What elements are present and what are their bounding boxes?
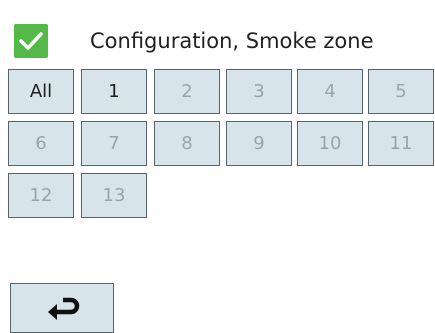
- return-arrow-icon: [48, 297, 80, 320]
- zone-button-7[interactable]: 7: [81, 121, 147, 166]
- zone-button-9[interactable]: 9: [226, 121, 292, 166]
- page-title: Configuration, Smoke zone: [90, 29, 374, 53]
- zone-button-2[interactable]: 2: [154, 69, 220, 114]
- zone-button-10[interactable]: 10: [297, 121, 363, 166]
- checkmark-icon[interactable]: [14, 24, 48, 58]
- zone-button-5[interactable]: 5: [368, 69, 434, 114]
- zone-button-8[interactable]: 8: [154, 121, 220, 166]
- zone-button-13[interactable]: 13: [81, 173, 147, 218]
- zone-button-4[interactable]: 4: [297, 69, 363, 114]
- zone-button-all[interactable]: All: [8, 69, 74, 114]
- zone-button-12[interactable]: 12: [8, 173, 74, 218]
- zone-button-6[interactable]: 6: [8, 121, 74, 166]
- zone-button-11[interactable]: 11: [368, 121, 434, 166]
- back-button[interactable]: [10, 283, 114, 333]
- zone-button-3[interactable]: 3: [226, 69, 292, 114]
- header: Configuration, Smoke zone: [14, 24, 429, 60]
- zone-button-1[interactable]: 1: [81, 69, 147, 114]
